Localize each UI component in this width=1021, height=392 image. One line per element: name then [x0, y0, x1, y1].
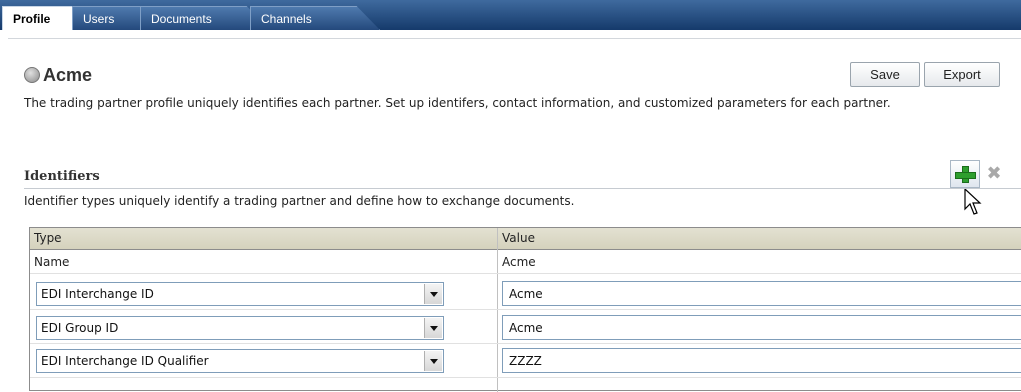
identifier-value-field[interactable]: ZZZZ: [502, 348, 1021, 373]
chevron-down-icon[interactable]: [424, 284, 442, 304]
row-type-label: Name: [34, 255, 70, 269]
mouse-pointer-icon: [964, 188, 982, 215]
save-button[interactable]: Save: [850, 62, 920, 87]
row-value-label: Acme: [502, 255, 536, 269]
section-divider: [24, 188, 1021, 189]
column-divider: [497, 228, 498, 392]
row-divider: [30, 377, 1021, 378]
identifiers-table: Type Value Name Acme EDI Interchange ID …: [29, 227, 1021, 392]
identifier-type-select[interactable]: EDI Interchange ID: [36, 282, 444, 306]
select-value: EDI Interchange ID Qualifier: [41, 354, 209, 368]
identifier-value-field[interactable]: Acme: [502, 315, 1021, 340]
input-value: Acme: [509, 321, 543, 335]
chevron-down-icon[interactable]: [424, 351, 442, 371]
delete-identifier-button[interactable]: ✖: [985, 164, 1003, 184]
partner-icon: [24, 67, 40, 83]
tab-bar: Profile Users Documents Channels: [0, 0, 1021, 38]
page-title: Acme: [43, 64, 93, 85]
identifier-value-field[interactable]: Acme: [502, 281, 1021, 306]
input-value: ZZZZ: [509, 354, 542, 368]
chevron-down-icon[interactable]: [424, 318, 442, 338]
page-description: The trading partner profile uniquely ide…: [24, 96, 891, 110]
row-divider: [30, 273, 1021, 274]
column-header-value[interactable]: Value: [502, 231, 535, 245]
tab-underline: [0, 30, 1021, 38]
column-header-type[interactable]: Type: [34, 231, 62, 245]
delete-x-icon: ✖: [986, 163, 1002, 184]
identifiers-title: Identifiers: [24, 169, 100, 184]
table-header: Type Value: [30, 228, 1021, 250]
add-identifier-button[interactable]: [950, 160, 980, 188]
content-border: [8, 38, 1021, 39]
page-title-row: Acme: [24, 64, 92, 86]
select-value: EDI Group ID: [41, 321, 119, 335]
select-value: EDI Interchange ID: [41, 287, 154, 301]
input-value: Acme: [509, 287, 543, 301]
identifiers-description: Identifier types uniquely identify a tra…: [24, 194, 575, 208]
row-divider: [30, 343, 1021, 344]
identifier-type-select[interactable]: EDI Interchange ID Qualifier: [36, 349, 444, 373]
export-button[interactable]: Export: [924, 62, 1000, 87]
row-divider: [30, 309, 1021, 310]
identifier-type-select[interactable]: EDI Group ID: [36, 316, 444, 340]
